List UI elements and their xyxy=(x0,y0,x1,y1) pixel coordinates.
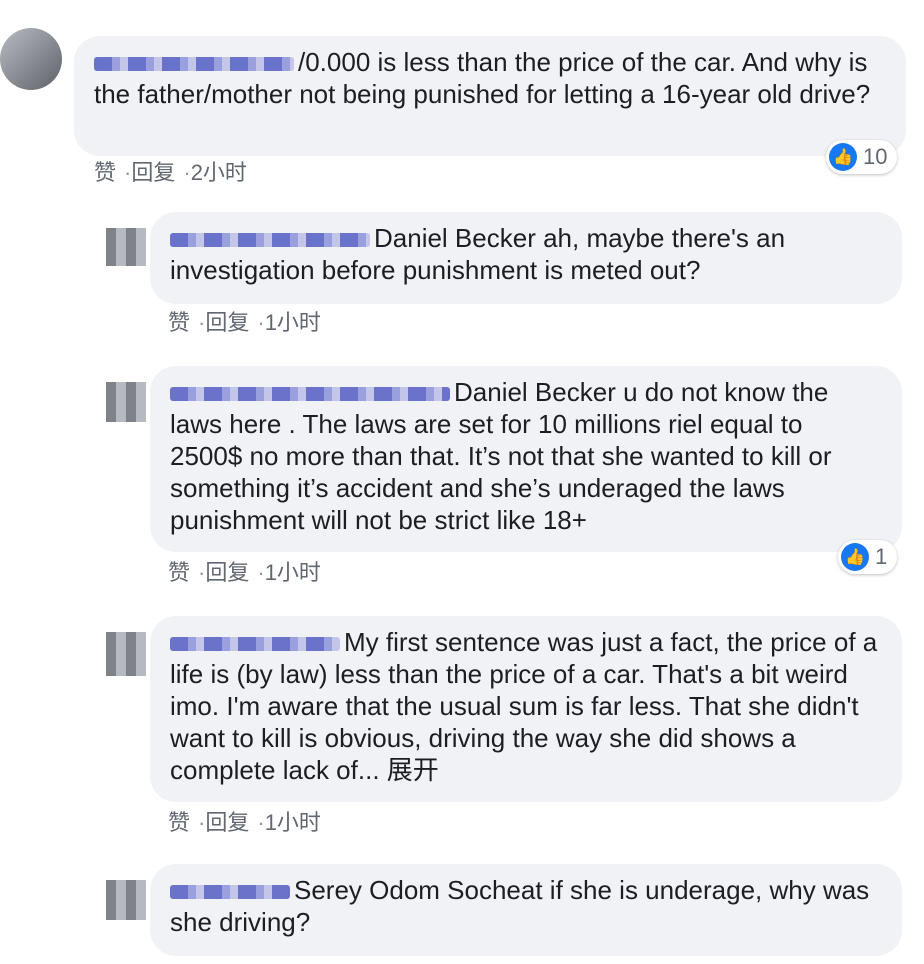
separator: · xyxy=(183,160,191,185)
reply-link[interactable]: 回复 xyxy=(131,160,175,185)
timestamp[interactable]: 1小时 xyxy=(265,310,321,335)
reaction-number: 1 xyxy=(875,544,888,569)
reaction-count[interactable]: 👍 1 xyxy=(838,540,898,574)
timestamp[interactable]: 1小时 xyxy=(265,560,321,585)
separator: · xyxy=(257,810,265,835)
reply-link[interactable]: 回复 xyxy=(205,310,249,335)
blurred-author-name[interactable] xyxy=(170,233,370,248)
comment-actions: 赞 ·回复 ·1小时 xyxy=(168,560,321,586)
separator: · xyxy=(257,560,265,585)
blurred-author-name[interactable] xyxy=(94,57,294,72)
like-link[interactable]: 赞 xyxy=(168,560,190,585)
see-more-link[interactable]: 展开 xyxy=(387,755,439,785)
avatar[interactable] xyxy=(106,228,146,266)
comment-actions: 赞 ·回复 ·1小时 xyxy=(168,310,321,336)
comment-bubble: /0.000 is less than the price of the car… xyxy=(74,36,906,156)
blurred-author-name[interactable] xyxy=(170,387,450,402)
blurred-author-name[interactable] xyxy=(170,885,290,900)
avatar[interactable] xyxy=(106,632,146,676)
like-link[interactable]: 赞 xyxy=(168,310,190,335)
reaction-number: 10 xyxy=(863,144,888,169)
comment-bubble: Daniel Becker u do not know the laws her… xyxy=(150,366,902,552)
reply-link[interactable]: 回复 xyxy=(205,560,249,585)
thumbs-up-icon: 👍 xyxy=(841,543,869,571)
like-link[interactable]: 赞 xyxy=(168,810,190,835)
avatar[interactable] xyxy=(106,880,146,920)
timestamp[interactable]: 1小时 xyxy=(265,810,321,835)
thumbs-up-icon: 👍 xyxy=(829,143,857,171)
like-link[interactable]: 赞 xyxy=(94,160,116,185)
avatar[interactable] xyxy=(0,28,62,90)
reply-link[interactable]: 回复 xyxy=(205,810,249,835)
comment-actions: 赞 ·回复 ·2小时 xyxy=(94,160,247,186)
comment-actions: 赞 ·回复 ·1小时 xyxy=(168,810,321,836)
separator: · xyxy=(257,310,265,335)
timestamp[interactable]: 2小时 xyxy=(191,160,247,185)
avatar[interactable] xyxy=(106,382,146,422)
comment-bubble: Serey Odom Socheat if she is underage, w… xyxy=(150,864,902,956)
reaction-count[interactable]: 👍 10 xyxy=(826,140,898,174)
comment-bubble: My first sentence was just a fact, the p… xyxy=(150,616,902,802)
blurred-author-name[interactable] xyxy=(170,637,340,652)
comment-bubble: Daniel Becker ah, maybe there's an inves… xyxy=(150,212,902,304)
